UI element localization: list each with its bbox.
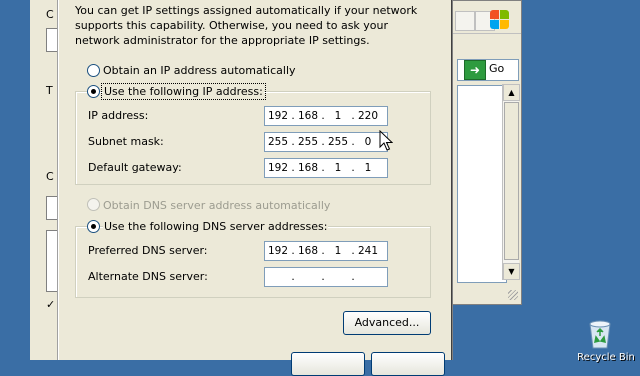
windows-flag-icon (490, 10, 510, 30)
ip-octet[interactable]: 192 (265, 110, 291, 122)
alternate-dns-field[interactable]: . . . (264, 267, 388, 287)
use-following-dns-label[interactable]: Use the following DNS server addresses: (103, 220, 329, 233)
cancel-button[interactable] (371, 352, 445, 376)
radio-selected-dot-icon (91, 224, 96, 229)
ip-octet[interactable]: 168 (295, 110, 321, 122)
recycle-bin-icon[interactable] (586, 318, 614, 350)
ip-octet[interactable]: 241 (355, 245, 381, 257)
default-gateway-label: Default gateway: (88, 161, 182, 174)
ip-octet[interactable]: 255 (295, 136, 321, 148)
dialog-description: You can get IP settings assigned automat… (75, 4, 418, 47)
obtain-dns-auto-radio[interactable] (87, 198, 100, 211)
subnet-mask-label: Subnet mask: (88, 135, 164, 148)
obtain-ip-auto-label[interactable]: Obtain an IP address automatically (103, 64, 296, 77)
ip-octet[interactable]: 1 (325, 162, 351, 174)
ip-octet[interactable]: 168 (295, 245, 321, 257)
obtain-ip-auto-radio[interactable] (87, 64, 100, 77)
default-gateway-field[interactable]: 192. 168. 1. 1 (264, 158, 388, 178)
scroll-thumb[interactable] (504, 102, 519, 260)
tcpip-properties-dialog: You can get IP settings assigned automat… (58, 0, 452, 376)
use-following-ip-label[interactable]: Use the following IP address: (101, 83, 266, 100)
ip-octet[interactable]: 1 (325, 110, 351, 122)
ip-octet[interactable]: 1 (355, 162, 381, 174)
subnet-mask-field[interactable]: 255. 255. 255. 0 (264, 132, 388, 152)
background-field (46, 196, 58, 220)
recycle-bin-label[interactable]: Recycle Bin (572, 352, 640, 363)
resize-grip-icon[interactable] (508, 290, 518, 300)
background-text-fragment: T (46, 84, 53, 97)
use-following-dns-radio[interactable] (87, 220, 100, 233)
background-checkbox: ✓ (46, 298, 56, 311)
ip-octet[interactable]: 192 (265, 162, 291, 174)
vertical-scrollbar[interactable]: ▲ ▼ (502, 84, 520, 280)
scroll-up-arrow-icon[interactable]: ▲ (503, 84, 520, 101)
go-button-label[interactable]: Go (489, 62, 504, 75)
background-field (46, 28, 58, 52)
preferred-dns-label: Preferred DNS server: (88, 244, 208, 257)
scroll-down-arrow-icon[interactable]: ▼ (503, 263, 520, 280)
ip-octet[interactable]: 255 (265, 136, 291, 148)
mouse-pointer-icon (379, 130, 393, 151)
explorer-content-pane[interactable] (457, 85, 507, 283)
go-arrow-icon[interactable]: ➜ (464, 60, 486, 80)
background-text-fragment: C (46, 8, 54, 21)
preferred-dns-field[interactable]: 192. 168. 1. 241 (264, 241, 388, 261)
dns-server-group (75, 226, 431, 298)
ip-octet[interactable]: 220 (355, 110, 381, 122)
background-text-fragment: C (46, 170, 54, 183)
alternate-dns-label: Alternate DNS server: (88, 270, 208, 283)
ip-address-label: IP address: (88, 109, 149, 122)
obtain-dns-auto-label[interactable]: Obtain DNS server address automatically (103, 199, 330, 212)
use-following-ip-radio[interactable] (87, 85, 100, 98)
background-field (46, 230, 58, 292)
ip-octet[interactable]: 192 (265, 245, 291, 257)
ip-octet[interactable]: 255 (325, 136, 351, 148)
ip-address-field[interactable]: 192. 168. 1. 220 (264, 106, 388, 126)
radio-selected-dot-icon (91, 89, 96, 94)
ip-octet[interactable]: 1 (325, 245, 351, 257)
toolbar-button[interactable] (455, 11, 475, 31)
ok-button[interactable] (291, 352, 365, 376)
advanced-button[interactable]: Advanced... (343, 311, 431, 335)
ip-octet[interactable]: 168 (295, 162, 321, 174)
explorer-toolbar (453, 9, 521, 34)
ip-octet[interactable]: 0 (355, 136, 381, 148)
